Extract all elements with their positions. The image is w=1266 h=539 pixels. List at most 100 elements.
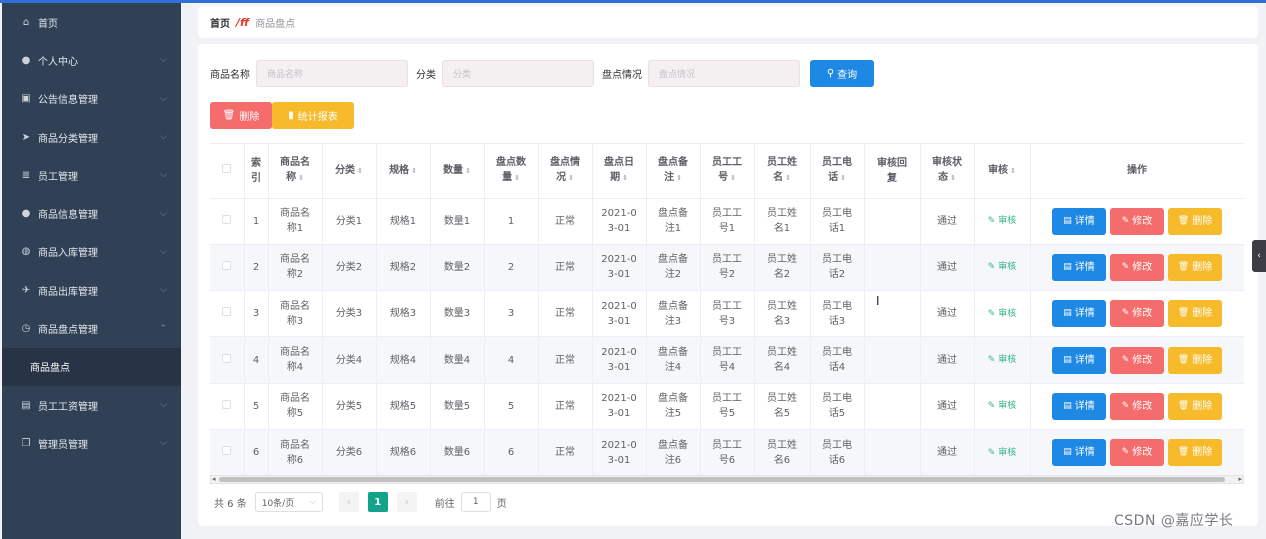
sidebar-item-0[interactable]: ⌂ 首页 bbox=[2, 3, 181, 41]
scrollbar-thumb[interactable] bbox=[219, 477, 1225, 482]
table-cell: 通过 bbox=[920, 383, 975, 430]
product-name-input[interactable]: 商品名称 bbox=[256, 59, 408, 87]
audit-link[interactable]: ✎ 审核 bbox=[988, 355, 1016, 365]
table-cell: 盘点备 注5 bbox=[646, 383, 701, 430]
sort-caret-icon[interactable]: ⇕ bbox=[840, 174, 846, 182]
scroll-left-icon[interactable]: ◂ bbox=[212, 475, 216, 483]
page-size-select[interactable]: 10条/页 ⌵ bbox=[254, 492, 323, 512]
edit-button[interactable]: ✎ 修改 bbox=[1110, 439, 1164, 467]
column-header[interactable]: 员工工号 ⇕ bbox=[700, 144, 755, 199]
sidebar-item-1[interactable]: ● 个人中心 ⌵ bbox=[2, 41, 181, 79]
delete-button[interactable]: 🗑 删除 bbox=[1168, 300, 1222, 328]
horizontal-scrollbar[interactable]: ◂ ▸ bbox=[210, 475, 1244, 484]
column-header-label: 态 bbox=[938, 172, 949, 184]
column-header[interactable]: 盘点备注 ⇕ bbox=[646, 144, 701, 199]
sidebar-item-5[interactable]: ● 商品信息管理 ⌵ bbox=[2, 194, 181, 232]
select-all-checkbox[interactable] bbox=[222, 164, 232, 174]
breadcrumb-home[interactable]: 首页 bbox=[210, 15, 230, 30]
column-header[interactable]: 数量 ⇕ bbox=[430, 144, 485, 199]
delete-button[interactable]: 🗑 删除 bbox=[1168, 439, 1222, 467]
row-checkbox[interactable] bbox=[222, 353, 232, 363]
row-checkbox[interactable] bbox=[222, 399, 232, 409]
sort-caret-icon[interactable]: ⇕ bbox=[411, 167, 417, 175]
delete-button[interactable]: 🗑 删除 bbox=[1168, 392, 1222, 420]
sort-caret-icon[interactable]: ⇕ bbox=[298, 174, 304, 182]
column-header[interactable]: 审核回复 bbox=[864, 144, 921, 199]
detail-button[interactable]: ▤ 详情 bbox=[1052, 392, 1106, 420]
column-header[interactable]: 规格 ⇕ bbox=[376, 144, 431, 199]
audit-link[interactable]: ✎ 审核 bbox=[988, 216, 1016, 226]
edit-button[interactable]: ✎ 修改 bbox=[1110, 392, 1164, 420]
row-checkbox[interactable] bbox=[222, 307, 232, 317]
row-checkbox[interactable] bbox=[222, 446, 232, 456]
detail-button[interactable]: ▤ 详情 bbox=[1052, 253, 1106, 281]
sort-caret-icon[interactable]: ⇕ bbox=[730, 174, 736, 182]
sort-caret-icon[interactable]: ⇕ bbox=[1010, 167, 1016, 175]
edit-button[interactable]: ✎ 修改 bbox=[1110, 253, 1164, 281]
column-header[interactable]: 员工姓名 ⇕ bbox=[754, 144, 811, 199]
detail-button[interactable]: ▤ 详情 bbox=[1052, 207, 1106, 235]
detail-button[interactable]: ▤ 详情 bbox=[1052, 439, 1106, 467]
edit-button[interactable]: ✎ 修改 bbox=[1110, 346, 1164, 374]
audit-link[interactable]: ✎ 审核 bbox=[988, 262, 1016, 272]
sidebar-item-10[interactable]: ▤ 员工工资管理 ⌵ bbox=[2, 386, 181, 424]
batch-delete-button[interactable]: 🗑 删除 bbox=[210, 102, 272, 129]
status-input[interactable]: 盘点情况 bbox=[648, 59, 800, 87]
edit-button[interactable]: ✎ 修改 bbox=[1110, 300, 1164, 328]
row-checkbox[interactable] bbox=[222, 214, 232, 224]
edit-button[interactable]: ✎ 修改 bbox=[1110, 207, 1164, 235]
audit-link[interactable]: ✎ 审核 bbox=[988, 401, 1016, 411]
sort-caret-icon[interactable]: ⇕ bbox=[357, 167, 363, 175]
column-header[interactable]: 索引 bbox=[244, 144, 269, 199]
next-page-button[interactable]: › bbox=[396, 492, 417, 512]
sort-caret-icon[interactable]: ⇕ bbox=[514, 174, 520, 182]
column-header-label: 盘点情 bbox=[550, 157, 580, 169]
column-header[interactable]: 盘点数量 ⇕ bbox=[484, 144, 539, 199]
detail-button[interactable]: ▤ 详情 bbox=[1052, 300, 1106, 328]
table-cell: 2021-0 3-01 bbox=[592, 198, 647, 245]
column-header[interactable]: 员工电话 ⇕ bbox=[810, 144, 865, 199]
chevron-down-icon: ⌵ bbox=[160, 285, 167, 296]
sidebar-item-9[interactable]: 商品盘点 bbox=[2, 347, 181, 386]
sort-caret-icon[interactable]: ⇕ bbox=[785, 174, 791, 182]
page-number-current[interactable]: 1 bbox=[367, 492, 388, 512]
delete-button[interactable]: 🗑 删除 bbox=[1168, 253, 1222, 281]
briefcase-icon: ▣ bbox=[21, 93, 31, 105]
audit-link[interactable]: ✎ 审核 bbox=[988, 309, 1016, 319]
report-button[interactable]: ▮ 统计报表 bbox=[272, 102, 354, 129]
sort-caret-icon[interactable]: ⇕ bbox=[676, 174, 682, 182]
table-cell: 员工姓 名1 bbox=[754, 198, 811, 245]
column-header[interactable]: 审核 ⇕ bbox=[974, 144, 1031, 199]
delete-button[interactable]: 🗑 删除 bbox=[1168, 207, 1222, 235]
category-input[interactable]: 分类 bbox=[442, 59, 594, 87]
sidebar-item-6[interactable]: ◍ 商品入库管理 ⌵ bbox=[2, 233, 181, 271]
column-header[interactable]: 盘点日期 ⇕ bbox=[592, 144, 647, 199]
sidebar-item-2[interactable]: ▣ 公告信息管理 ⌵ bbox=[2, 80, 181, 118]
sort-caret-icon[interactable]: ⇕ bbox=[568, 174, 574, 182]
sidebar-item-11[interactable]: ❐ 管理员管理 ⌵ bbox=[2, 424, 181, 462]
sidebar-item-3[interactable]: ➤ 商品分类管理 ⌵ bbox=[2, 118, 181, 156]
scroll-right-icon[interactable]: ▸ bbox=[1238, 475, 1242, 483]
detail-button[interactable]: ▤ 详情 bbox=[1052, 346, 1106, 374]
column-header[interactable]: 审核状态 ⇕ bbox=[920, 144, 975, 199]
delete-button[interactable]: 🗑 删除 bbox=[1168, 346, 1222, 374]
sort-caret-icon[interactable]: ⇕ bbox=[622, 174, 628, 182]
column-header[interactable]: 操作 bbox=[1030, 144, 1244, 199]
audit-link[interactable]: ✎ 审核 bbox=[988, 448, 1016, 458]
goto-page-input[interactable]: 1 bbox=[460, 492, 491, 512]
row-checkbox[interactable] bbox=[222, 260, 232, 270]
column-header[interactable]: 分类 ⇕ bbox=[322, 144, 377, 199]
column-header[interactable]: 盘点情况 ⇕ bbox=[538, 144, 593, 199]
sort-caret-icon[interactable]: ⇕ bbox=[465, 167, 471, 175]
sidebar-item-7[interactable]: ✈ 商品出库管理 ⌵ bbox=[2, 271, 181, 309]
sidebar-item-8[interactable]: ◷ 商品盘点管理 ⌃ bbox=[2, 309, 181, 347]
table-cell: 分类1 bbox=[322, 198, 377, 245]
sort-caret-icon[interactable]: ⇕ bbox=[950, 174, 956, 182]
chevron-up-icon: ⌃ bbox=[159, 323, 167, 334]
query-button[interactable]: ⚲ 查询 bbox=[810, 59, 874, 87]
sidebar-item-4[interactable]: ≣ 员工管理 ⌵ bbox=[2, 156, 181, 194]
column-header[interactable]: 商品名称 ⇕ bbox=[268, 144, 323, 199]
prev-page-button[interactable]: ‹ bbox=[338, 492, 359, 512]
collapse-handle-icon[interactable]: ‹ bbox=[1252, 240, 1266, 272]
operations-cell: ▤ 详情 ✎ 修改 🗑 删除 bbox=[1030, 383, 1244, 430]
